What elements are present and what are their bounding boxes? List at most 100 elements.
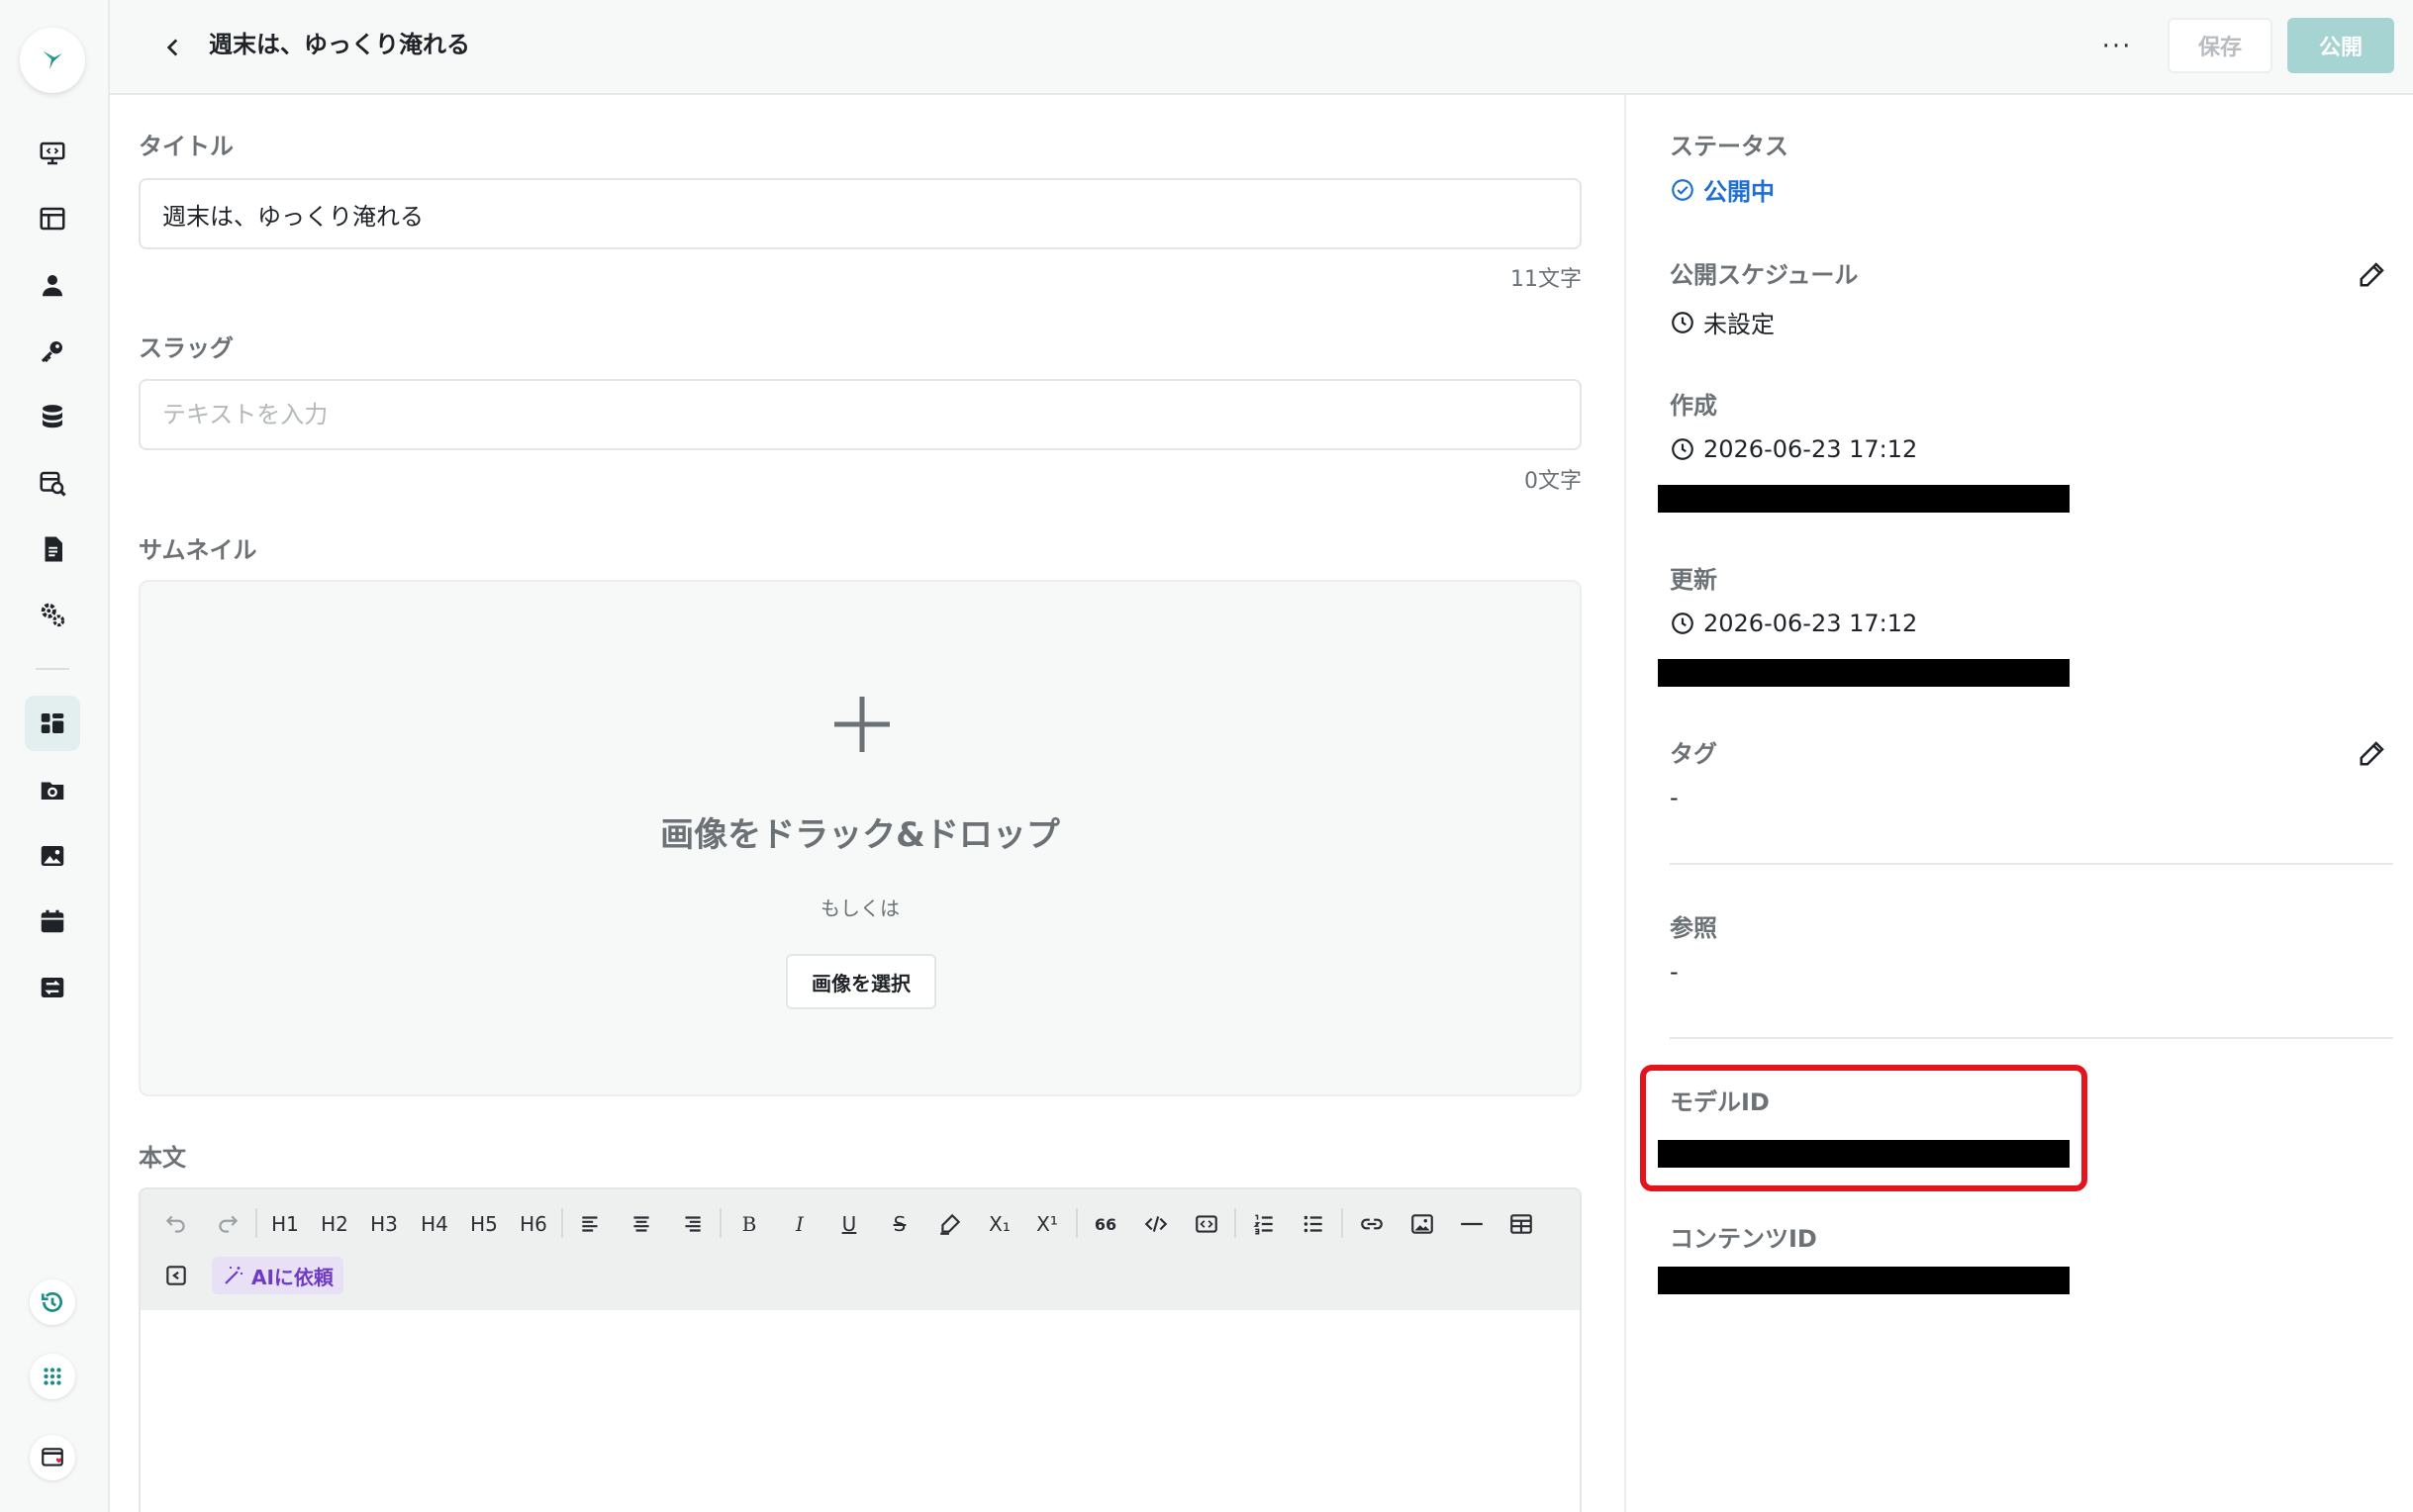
code-block-button[interactable] [1189,1206,1224,1242]
save-button[interactable]: 保存 [2168,18,2272,73]
align-right-button[interactable] [674,1206,710,1242]
sidebar-item-settings[interactable] [25,587,80,642]
align-center-button[interactable] [624,1206,659,1242]
link-button[interactable] [1354,1206,1390,1242]
sidebar-item-calendar[interactable] [25,894,80,949]
bold-button[interactable]: B [731,1206,767,1242]
folder-gear-icon [41,782,64,800]
slug-label: スラッグ [139,334,234,362]
sidebar-item-integrations[interactable] [25,960,80,1015]
image-icon [1411,1214,1433,1234]
slug-input[interactable] [139,379,1582,450]
table-icon [1510,1214,1532,1234]
align-right-icon [685,1216,701,1232]
user-icon [43,275,62,297]
horizontal-rule-icon [1461,1222,1483,1226]
monitor-icon [40,142,65,165]
tags-value: - [1670,784,1679,811]
blockquote-button[interactable]: 66 [1088,1206,1123,1242]
heading-1-button[interactable]: H1 [267,1206,303,1242]
heading-6-button[interactable]: H6 [516,1206,551,1242]
horizontal-rule-button[interactable] [1454,1206,1490,1242]
sidebar-item-documents[interactable] [25,521,80,577]
table-button[interactable] [1503,1206,1539,1242]
sidebar-item-layout[interactable] [25,191,80,246]
superscript-button[interactable]: X¹ [1029,1206,1065,1242]
updated-value: 2026-06-23 17:12 [1670,610,1917,637]
body-label: 本文 [139,1144,186,1172]
underline-button[interactable]: U [831,1206,867,1242]
apps-button[interactable] [30,1354,75,1399]
sidebar-item-monitor[interactable] [25,126,80,181]
created-value: 2026-06-23 17:12 [1670,435,1917,463]
edit-schedule-pencil-icon[interactable] [2358,259,2387,289]
sidebar-item-media[interactable] [25,828,80,884]
status-text: 公開中 [1703,178,1775,206]
schedule-label: 公開スケジュール [1670,261,1859,289]
title-label: タイトル [139,133,234,160]
link-icon [1361,1218,1383,1230]
redacted-content-id [1658,1267,2070,1294]
toolbar-divider [1076,1208,1078,1238]
image-icon [41,846,64,866]
insert-image-button[interactable] [1404,1206,1440,1242]
app-logo[interactable] [20,28,85,93]
align-center-icon [633,1216,649,1232]
publish-button[interactable]: 公開 [2287,18,2394,73]
code-button[interactable] [1138,1206,1174,1242]
undo-button[interactable] [158,1206,194,1242]
sidebar-item-database[interactable] [25,389,80,444]
highlight-button[interactable] [932,1206,968,1242]
redo-button[interactable] [210,1206,245,1242]
edit-tags-pencil-icon[interactable] [2358,738,2387,768]
slug-char-count: 0文字 [1524,469,1582,494]
content-id-label: コンテンツID [1670,1225,1817,1253]
clock-icon [1672,613,1693,634]
database-search-icon [40,471,66,497]
gears-icon [41,603,65,627]
dashboard-icon [41,713,64,733]
sidebar-item-folder-settings[interactable] [25,762,80,817]
rich-text-editor: H1 H2 H3 H4 H5 H6 B I U S X₁ X¹ 66 AIに依頼 [139,1187,1582,1512]
sidebar-item-members[interactable] [25,257,80,313]
undo-icon [165,1215,185,1233]
panel-divider [1670,863,2393,865]
top-bar: 週末は、ゆっくり淹れる ··· 保存 公開 [110,0,2413,95]
sidebar-item-api-keys[interactable] [25,324,80,379]
schedule-value: 未設定 [1670,305,1775,339]
subscript-button[interactable]: X₁ [982,1206,1017,1242]
check-circle-icon [1672,178,1693,201]
heading-4-button[interactable]: H4 [417,1206,452,1242]
bullet-list-button[interactable] [1296,1206,1331,1242]
ask-ai-label: AIに依頼 [251,1265,334,1289]
heading-5-button[interactable]: H5 [466,1206,502,1242]
back-button[interactable] [149,24,197,71]
more-options-button[interactable]: ··· [2089,22,2145,71]
history-button[interactable] [30,1279,75,1325]
title-input[interactable] [139,178,1582,249]
thumbnail-dropzone[interactable]: 画像をドラック&ドロップ もしくは 画像を選択 [139,580,1582,1096]
transfer-icon [41,978,64,997]
window-button[interactable] [30,1435,75,1480]
chevron-left-icon [166,39,178,56]
heading-3-button[interactable]: H3 [366,1206,402,1242]
select-image-button[interactable]: 画像を選択 [786,954,936,1009]
status-label: ステータス [1670,133,1788,160]
heading-2-button[interactable]: H2 [317,1206,352,1242]
align-left-button[interactable] [573,1206,609,1242]
bullet-list-icon [1303,1215,1322,1233]
layout-icon [40,207,65,231]
code-block-icon [1196,1215,1217,1233]
updated-text: 2026-06-23 17:12 [1703,610,1918,637]
strikethrough-button[interactable]: S [882,1206,917,1242]
toolbar-divider [1341,1208,1343,1238]
meta-panel: ステータス 公開中 公開スケジュール 未設定 作成 2026-06-23 17:… [1624,95,2413,1512]
ordered-list-button[interactable] [1246,1206,1282,1242]
align-left-icon [582,1216,598,1232]
sidebar-item-search-db[interactable] [25,455,80,511]
sidebar-item-dashboard[interactable] [25,696,80,751]
ask-ai-button[interactable]: AIに依頼 [212,1257,343,1294]
redo-icon [219,1215,239,1233]
embed-button[interactable] [158,1258,194,1293]
italic-button[interactable]: I [782,1206,818,1242]
